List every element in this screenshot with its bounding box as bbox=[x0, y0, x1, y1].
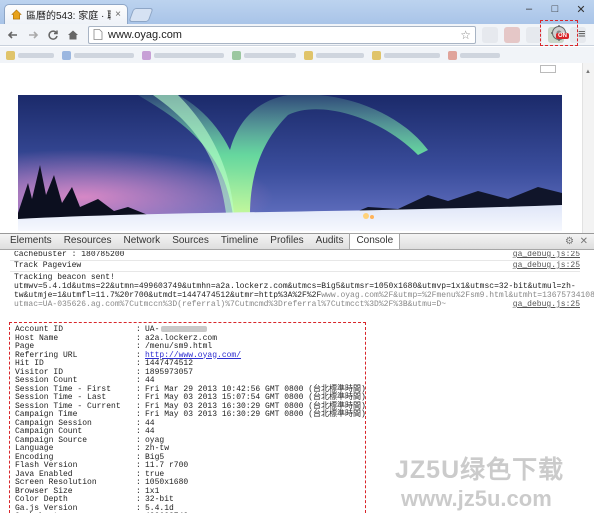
folder-icon bbox=[62, 50, 71, 60]
console-line: Tracking beacon sent! bbox=[14, 273, 115, 282]
console-line: tw&utmje=1&utmfl=11.7%20r700&utmdt=14474… bbox=[14, 291, 594, 300]
close-devtools-icon[interactable]: ✕ bbox=[580, 236, 588, 247]
url-text[interactable]: www.oyag.com bbox=[108, 29, 455, 41]
source-link[interactable]: ga_debug.js:25 bbox=[513, 251, 580, 259]
bookmark-item[interactable] bbox=[142, 50, 224, 60]
chrome-menu-icon[interactable]: ≡ bbox=[578, 27, 590, 40]
folder-icon bbox=[448, 50, 457, 60]
bookmarks-bar bbox=[0, 47, 594, 63]
browser-toolbar: www.oyag.com ☆ bbox=[0, 24, 594, 46]
folder-icon bbox=[372, 50, 381, 60]
tab-audits[interactable]: Audits bbox=[310, 235, 350, 249]
new-tab-button[interactable] bbox=[128, 8, 154, 22]
console-line: utmac=UA-035626.ag.com%7Cutmccn%3D(refer… bbox=[14, 300, 447, 309]
extension-icon-1[interactable] bbox=[482, 26, 498, 43]
close-window-button[interactable]: ✕ bbox=[568, 0, 594, 18]
ga-debugger-extension-button[interactable]: ON bbox=[540, 20, 578, 46]
forward-button[interactable] bbox=[24, 26, 42, 44]
tab-profiles[interactable]: Profiles bbox=[264, 235, 309, 249]
console-output[interactable]: Cachebuster : 180785200 ga_debug.js:25 T… bbox=[0, 251, 594, 513]
back-button[interactable] bbox=[4, 26, 22, 44]
maximize-button[interactable]: □ bbox=[542, 0, 568, 18]
settings-gear-icon[interactable]: ⚙ bbox=[565, 236, 574, 247]
folder-icon bbox=[232, 50, 241, 60]
folder-icon bbox=[6, 50, 15, 60]
aurora-banner-image bbox=[18, 95, 562, 231]
folder-icon bbox=[304, 50, 313, 60]
bookmark-item[interactable] bbox=[62, 50, 134, 60]
extension-on-badge: ON bbox=[556, 33, 569, 39]
page-scrollbar[interactable]: ▲ bbox=[582, 63, 594, 233]
redacted-value bbox=[161, 325, 208, 332]
bookmark-star-icon[interactable]: ☆ bbox=[460, 28, 471, 42]
console-line: Track Pageview bbox=[14, 261, 82, 270]
tab-console[interactable]: Console bbox=[349, 233, 401, 249]
source-link[interactable]: ga_debug.js:25 bbox=[513, 300, 580, 309]
reload-icon bbox=[48, 29, 58, 40]
tab-strip: 區曆的543: 家庭 · 職場 · × – □ ✕ bbox=[0, 0, 594, 24]
tab-close-icon[interactable]: × bbox=[115, 9, 121, 20]
back-arrow-icon bbox=[7, 30, 17, 39]
bookmark-item[interactable] bbox=[372, 50, 440, 60]
forward-arrow-icon bbox=[29, 30, 39, 39]
page-icon bbox=[93, 29, 103, 40]
bookmark-item[interactable] bbox=[232, 50, 296, 60]
tab-resources[interactable]: Resources bbox=[58, 235, 118, 249]
source-link[interactable]: ga_debug.js:25 bbox=[513, 261, 580, 270]
devtools-tab-bar: Elements Resources Network Sources Timel… bbox=[0, 233, 594, 250]
home-favicon-icon bbox=[11, 9, 22, 20]
tab-sources[interactable]: Sources bbox=[166, 235, 215, 249]
browser-tab[interactable]: 區曆的543: 家庭 · 職場 · × bbox=[4, 4, 128, 24]
bookmark-item[interactable] bbox=[6, 50, 54, 60]
reload-button[interactable] bbox=[44, 26, 62, 44]
extension-icon-2[interactable] bbox=[504, 26, 520, 43]
window-controls: – □ ✕ bbox=[516, 0, 594, 18]
minimize-button[interactable]: – bbox=[516, 0, 542, 18]
console-line: Cachebuster : 180785200 bbox=[14, 251, 125, 259]
bookmark-item[interactable] bbox=[304, 50, 364, 60]
home-button[interactable] bbox=[64, 26, 82, 44]
home-icon bbox=[68, 30, 78, 39]
page-widget[interactable] bbox=[540, 65, 556, 73]
folder-icon bbox=[142, 50, 151, 60]
tab-elements[interactable]: Elements bbox=[4, 235, 58, 249]
scroll-up-arrow-icon[interactable]: ▲ bbox=[585, 69, 591, 75]
ga-debug-table: Account ID: UA- Host Name: a2a.lockerz.com… bbox=[9, 322, 366, 513]
address-bar[interactable]: www.oyag.com ☆ bbox=[88, 25, 476, 44]
tab-network[interactable]: Network bbox=[118, 235, 167, 249]
tab-timeline[interactable]: Timeline bbox=[215, 235, 264, 249]
console-line: utmwv=5.4.1d&utms=22&utmn=499603749&utmh… bbox=[14, 282, 576, 291]
bookmark-item[interactable] bbox=[448, 50, 500, 60]
devtools-panel: Elements Resources Network Sources Timel… bbox=[0, 233, 594, 513]
tab-title: 區曆的543: 家庭 · 職場 · bbox=[26, 11, 111, 22]
page-viewport: ▲ bbox=[0, 63, 594, 233]
